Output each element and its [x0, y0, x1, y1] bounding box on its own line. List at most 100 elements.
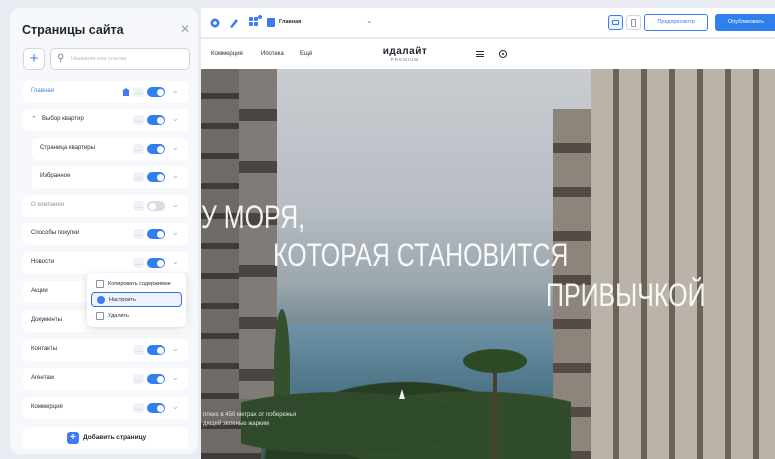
mobile-icon: [631, 19, 636, 27]
chevron-down-icon[interactable]: ⌄: [172, 257, 179, 266]
search-input[interactable]: [71, 51, 183, 67]
page-visibility-toggle[interactable]: [147, 172, 165, 182]
preview-button[interactable]: Предпросмотр: [644, 14, 708, 31]
page-row-home[interactable]: Главная … ⌄: [23, 81, 188, 103]
page-label: Страница квартиры: [40, 145, 95, 151]
add-icon-button[interactable]: +: [23, 48, 45, 70]
sailboat: [399, 389, 405, 399]
page-row-apartment[interactable]: Страница квартиры … ⌄: [32, 138, 188, 160]
chevron-down-icon[interactable]: ⌄: [172, 402, 179, 411]
nav-item-more[interactable]: Ещё: [300, 51, 312, 57]
logo-title: идалайт: [382, 46, 428, 57]
editor-toolbar: Главная ⌄ Предпросмотр Опубликовать: [201, 8, 775, 38]
settings-icon[interactable]: [209, 16, 223, 30]
page-context-menu: Копировать содержимое Настроить Удалить: [87, 273, 186, 327]
plus-icon: +: [67, 432, 79, 444]
page-row-apartments[interactable]: ⌃ Выбор квартир … ⌄: [23, 109, 188, 131]
menu-item-label: Удалить: [108, 313, 129, 319]
site-logo[interactable]: идалайт PREMIUM: [375, 46, 435, 62]
chevron-down-icon[interactable]: ⌄: [172, 200, 179, 209]
page-visibility-toggle[interactable]: [147, 403, 165, 413]
page-label: Способы покупки: [31, 230, 80, 236]
row-menu-button[interactable]: …: [133, 258, 144, 268]
gear-icon: [97, 296, 105, 304]
page-label: О компании: [31, 202, 65, 208]
page-row-commerce[interactable]: Коммерция … ⌄: [23, 397, 188, 419]
current-page-label: Главная: [279, 19, 302, 25]
search-field[interactable]: ⚲: [50, 48, 190, 70]
page-label: Контакты: [31, 346, 57, 352]
hero-line-3: ПРИВЫЧКОЙ: [546, 277, 706, 313]
page-visibility-toggle[interactable]: [147, 374, 165, 384]
page-row-purchase[interactable]: Способы покупки … ⌄: [23, 223, 188, 245]
chevron-down-icon[interactable]: ⌄: [172, 143, 179, 152]
desktop-view-button[interactable]: [608, 15, 623, 30]
page-visibility-toggle[interactable]: [147, 201, 165, 211]
page-label: Избранное: [40, 173, 71, 179]
close-icon[interactable]: ✕: [180, 22, 190, 36]
page-label: Документы: [31, 317, 62, 323]
page-row-agents[interactable]: Агентам … ⌄: [23, 368, 188, 390]
chevron-down-icon[interactable]: ⌄: [172, 373, 179, 382]
nav-item-commerce[interactable]: Коммерция: [211, 51, 243, 57]
page-visibility-toggle[interactable]: [147, 258, 165, 268]
page-visibility-toggle[interactable]: [147, 229, 165, 239]
page-label: Выбор квартир: [42, 116, 84, 122]
page-visibility-toggle[interactable]: [147, 144, 165, 154]
panel-title: Страницы сайта: [22, 23, 124, 37]
row-menu-button[interactable]: …: [133, 345, 144, 355]
row-menu-button[interactable]: …: [133, 403, 144, 413]
row-menu-button[interactable]: …: [133, 144, 144, 154]
page-row-about[interactable]: О компании … ⌄: [23, 195, 188, 217]
row-menu-button[interactable]: …: [133, 374, 144, 384]
menu-item-label: Копировать содержимое: [108, 281, 171, 287]
chevron-down-icon[interactable]: ⌄: [172, 228, 179, 237]
page-visibility-toggle[interactable]: [147, 87, 165, 97]
palm-leaves: [463, 349, 527, 373]
row-menu-button[interactable]: …: [133, 115, 144, 125]
logo-subtitle: PREMIUM: [390, 57, 420, 62]
row-menu-button[interactable]: …: [133, 87, 144, 97]
mobile-view-button[interactable]: [626, 15, 641, 30]
desktop-icon: [612, 20, 619, 25]
chevron-up-icon[interactable]: ⌃: [31, 115, 37, 123]
menu-item-delete[interactable]: Удалить: [91, 309, 182, 324]
page-row-contacts[interactable]: Контакты … ⌄: [23, 339, 188, 361]
page-label: Коммерция: [31, 404, 63, 410]
page-row-favorites[interactable]: Избранное … ⌄: [32, 166, 188, 188]
target-icon[interactable]: [499, 50, 507, 58]
chevron-down-icon[interactable]: ⌄: [172, 86, 179, 95]
row-menu-button[interactable]: …: [133, 172, 144, 182]
menu-item-copy[interactable]: Копировать содержимое: [91, 277, 182, 292]
page-icon: [267, 18, 275, 27]
menu-item-settings[interactable]: Настроить: [91, 292, 182, 307]
page-row-news[interactable]: Новости … ⌄: [23, 252, 188, 274]
hero-line-2: КОТОРАЯ СТАНОВИТСЯ: [273, 237, 569, 273]
home-icon: [122, 88, 130, 96]
row-menu-button[interactable]: …: [133, 201, 144, 211]
publish-button[interactable]: Опубликовать: [715, 14, 775, 31]
brush-icon[interactable]: [228, 16, 242, 30]
row-menu-button[interactable]: …: [133, 229, 144, 239]
nav-item-mortgage[interactable]: Ипотека: [261, 51, 284, 57]
building-right: [591, 69, 775, 459]
page-visibility-toggle[interactable]: [147, 115, 165, 125]
page-label: Агентам: [31, 375, 54, 381]
chevron-down-icon[interactable]: ⌄: [172, 171, 179, 180]
page-visibility-toggle[interactable]: [147, 345, 165, 355]
menu-icon[interactable]: [476, 51, 484, 57]
hero-banner: У МОРЯ, КОТОРАЯ СТАНОВИТСЯ ПРИВЫЧКОЙ пле…: [201, 69, 775, 459]
page-select[interactable]: Главная ⌄: [265, 15, 375, 31]
chevron-down-icon[interactable]: ⌄: [172, 344, 179, 353]
chevron-down-icon[interactable]: ⌄: [172, 114, 179, 123]
pages-panel: Страницы сайта ✕ + ⚲ Главная … ⌄ ⌃ Выбор…: [10, 8, 198, 454]
hero-description: плекс в 450 метрах от побережья дящей зе…: [203, 411, 296, 429]
hero-description-line: дящей зеленью жарким: [203, 421, 270, 427]
grid-icon[interactable]: [248, 15, 262, 30]
trash-icon: [96, 312, 104, 320]
site-preview: Главная ⌄ Предпросмотр Опубликовать Комм…: [201, 8, 775, 459]
add-page-button[interactable]: + Добавить страницу: [23, 427, 188, 449]
copy-icon: [96, 280, 104, 288]
hero-line-1: У МОРЯ,: [201, 199, 306, 235]
palm-trunk: [493, 359, 497, 459]
